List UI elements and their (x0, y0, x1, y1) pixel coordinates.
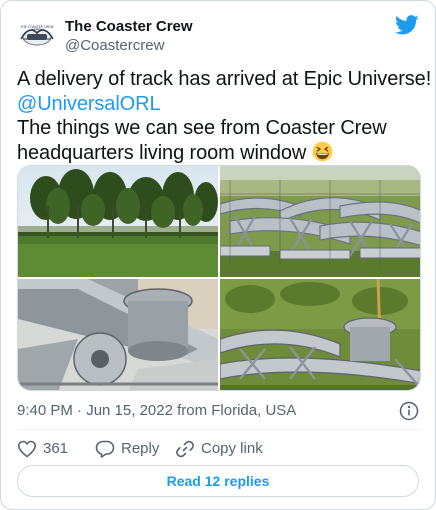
tweet-line-4: headquarters living room window (17, 141, 417, 166)
read-replies-button[interactable]: Read 12 replies (17, 465, 419, 497)
divider (17, 429, 419, 430)
link-icon (176, 440, 194, 458)
tweet-text: A delivery of track has arrived at Epic … (17, 67, 432, 166)
reply-icon (95, 440, 115, 458)
tweet-line-4-text: headquarters living room window (17, 141, 307, 164)
media-grid (17, 165, 421, 391)
copy-link-button[interactable]: Copy link (175, 439, 263, 459)
mention-link[interactable]: @UniversalORL (17, 92, 417, 117)
timestamp-link[interactable]: 9:40 PM · Jun 15, 2022 from Florida, USA (17, 402, 296, 419)
tweet-header: THE COASTER CREW The Coaster Crew @Coast… (17, 15, 419, 55)
copy-link-label: Copy link (201, 440, 263, 457)
photo-track-closeup[interactable] (18, 279, 218, 390)
tweet-line-1: A delivery of track has arrived at Epic … (17, 68, 432, 90)
tweet-meta: 9:40 PM · Jun 15, 2022 from Florida, USA (17, 401, 419, 421)
photo-bamboo[interactable] (18, 166, 218, 277)
photo-track-closeup-image (18, 279, 218, 390)
like-button[interactable]: 361 (17, 439, 68, 459)
photo-track-grass-image (220, 279, 420, 390)
author-handle[interactable]: @Coastercrew (65, 36, 193, 55)
reply-button[interactable]: Reply (95, 439, 159, 459)
grinning-squinting-face-icon (312, 141, 333, 161)
author-block[interactable]: The Coaster Crew @Coastercrew (65, 17, 193, 55)
avatar[interactable]: THE COASTER CREW (17, 15, 57, 55)
info-icon[interactable] (399, 401, 419, 421)
photo-track-fence[interactable] (220, 166, 420, 277)
photo-track-fence-image (220, 166, 420, 277)
like-count: 361 (43, 440, 69, 457)
heart-icon (18, 440, 36, 458)
photo-track-grass[interactable] (220, 279, 420, 390)
tweet-line-3: The things we can see from Coaster Crew (17, 117, 387, 139)
avatar-logo-text: THE COASTER CREW (19, 25, 54, 29)
photo-bamboo-image (18, 166, 218, 277)
author-name[interactable]: The Coaster Crew (65, 17, 193, 36)
action-bar: 361 Reply Copy link (17, 439, 419, 459)
twitter-bird-icon[interactable] (395, 15, 419, 35)
reply-label: Reply (121, 440, 160, 457)
tweet-card: THE COASTER CREW The Coaster Crew @Coast… (0, 0, 436, 510)
